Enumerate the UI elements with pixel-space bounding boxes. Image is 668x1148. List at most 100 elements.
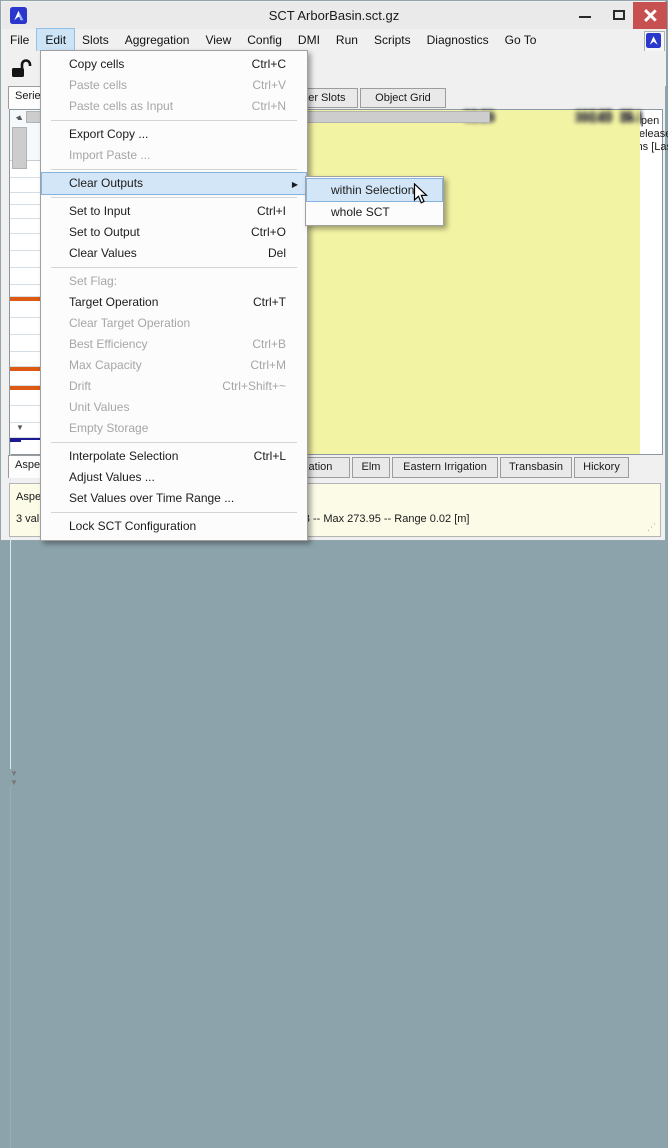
minimize-button[interactable]: [570, 2, 600, 29]
menu-separator: [41, 264, 307, 271]
menu-item-label: within Selection: [331, 179, 414, 201]
tab-eastern-irrigation[interactable]: Eastern Irrigation: [392, 457, 498, 478]
menu-item-label: Set to Output: [69, 222, 140, 243]
menu-item-shortcut: Ctrl+V: [252, 75, 286, 96]
unlocked-padlock-icon: [7, 56, 33, 82]
menu-item-shortcut: Ctrl+B: [252, 334, 286, 355]
menubar-item-slots[interactable]: Slots: [74, 29, 117, 51]
menu-item-label: Empty Storage: [69, 418, 148, 439]
scrollbar-thumb[interactable]: [12, 127, 27, 169]
menubar-logo-button[interactable]: [644, 31, 665, 52]
menu-item-shortcut: Ctrl+Shift+~: [222, 376, 286, 397]
menu-item-label: Copy cells: [69, 54, 124, 75]
menu-item-label: Lock SCT Configuration: [69, 516, 196, 537]
edit-menu-item-export-copy[interactable]: Export Copy ...: [42, 124, 306, 145]
edit-menu-item-adjust-values[interactable]: Adjust Values ...: [42, 467, 306, 488]
menu-item-shortcut: Del: [268, 243, 286, 264]
edit-menu-item-clear-values[interactable]: Clear Values Del: [42, 243, 306, 264]
tab-aspen[interactable]: Aspen: [8, 455, 42, 478]
submenu-arrow-icon: ▶: [292, 174, 298, 195]
close-button[interactable]: [633, 2, 667, 29]
menu-item-shortcut: Ctrl+M: [250, 355, 286, 376]
scroll-right-icon[interactable]: ►: [624, 113, 636, 123]
menubar-item-dmi[interactable]: DMI: [290, 29, 328, 51]
menu-item-shortcut: Ctrl+I: [257, 201, 286, 222]
edit-menu-item-empty-storage[interactable]: Empty Storage: [42, 418, 306, 439]
menu-item-label: Clear Target Operation: [69, 313, 190, 334]
lock-sct-button[interactable]: [7, 56, 33, 82]
menu-separator: [41, 194, 307, 201]
menubar-item-config[interactable]: Config: [239, 29, 290, 51]
menu-item-label: Adjust Values ...: [69, 467, 155, 488]
menu-item-label: Set Flag:: [69, 271, 117, 292]
menubar-item-aggregation[interactable]: Aggregation: [117, 29, 198, 51]
gridline: [10, 1114, 11, 1148]
edit-menu-item-lock-sct-configuration[interactable]: Lock SCT Configuration: [42, 516, 306, 537]
edit-menu-item-clear-target-operation[interactable]: Clear Target Operation: [42, 313, 306, 334]
menubar-item-diagnostics[interactable]: Diagnostics: [419, 29, 497, 51]
edit-menu-item-max-capacity[interactable]: Max Capacity Ctrl+M: [42, 355, 306, 376]
edit-menu-item-set-to-output[interactable]: Set to Output Ctrl+O: [42, 222, 306, 243]
menu-item-label: Clear Outputs: [69, 173, 143, 194]
menu-item-label: Set Values over Time Range ...: [69, 488, 234, 509]
scroll-down-icon[interactable]: ▼: [10, 422, 30, 434]
menu-bar: FileEditSlotsAggregationViewConfigDMIRun…: [2, 29, 666, 51]
menubar-item-scripts[interactable]: Scripts: [366, 29, 419, 51]
tab-object-grid[interactable]: Object Grid: [360, 88, 446, 108]
scroll-left-icon[interactable]: ◄: [12, 113, 24, 123]
menu-item-label: whole SCT: [331, 201, 390, 223]
menu-item-shortcut: Ctrl+C: [252, 54, 286, 75]
menu-item-shortcut: Ctrl+T: [253, 292, 286, 313]
menu-item-label: Drift: [69, 376, 91, 397]
desktop: { "window": { "title": "SCT ArborBasin.s…: [0, 0, 668, 574]
menu-separator: [41, 166, 307, 173]
menu-item-label: Target Operation: [69, 292, 158, 313]
menubar-item-edit[interactable]: Edit: [37, 29, 74, 51]
menu-item-label: Interpolate Selection: [69, 446, 178, 467]
edit-menu-item-set-values-over-time-range[interactable]: Set Values over Time Range ...: [42, 488, 306, 509]
edit-menu-item-drift[interactable]: Drift Ctrl+Shift+~: [42, 376, 306, 397]
maximize-button[interactable]: [604, 2, 634, 29]
window-title: SCT ArborBasin.sct.gz: [2, 8, 666, 23]
edit-menu-item-paste-cells-as-input[interactable]: Paste cells as Input Ctrl+N: [42, 96, 306, 117]
menubar-item-go-to[interactable]: Go To: [497, 29, 545, 51]
current-timestep-line: [10, 440, 21, 442]
edit-menu-item-clear-outputs[interactable]: Clear Outputs ▶: [42, 173, 306, 194]
menu-item-label: Set to Input: [69, 201, 130, 222]
edit-menu-item-best-efficiency[interactable]: Best EfficiencyCtrl+B: [42, 334, 306, 355]
menu-item-label: Import Paste ...: [69, 145, 150, 166]
mouse-cursor: [413, 183, 431, 207]
edit-menu-item-target-operation[interactable]: Target Operation Ctrl+T: [42, 292, 306, 313]
tab-transbasin[interactable]: Transbasin: [500, 457, 572, 478]
edit-menu-item-set-flag[interactable]: Set Flag:: [42, 271, 306, 292]
menubar-item-run[interactable]: Run: [328, 29, 366, 51]
edit-menu-item-import-paste[interactable]: Import Paste ...: [42, 145, 306, 166]
edit-menu-popup: Copy cellsCtrl+CPaste cellsCtrl+VPaste c…: [40, 50, 308, 541]
menu-item-shortcut: Ctrl+O: [251, 222, 286, 243]
menu-separator: [41, 439, 307, 446]
riverware-logo-icon: [646, 33, 661, 48]
menu-item-label: Paste cells as Input: [69, 96, 173, 117]
menu-item-label: Unit Values: [69, 397, 129, 418]
edit-menu-item-unit-values[interactable]: Unit Values: [42, 397, 306, 418]
tab-hickory[interactable]: Hickory: [574, 457, 629, 478]
menu-item-label: Paste cells: [69, 75, 127, 96]
menubar-item-file[interactable]: File: [2, 29, 37, 51]
menu-item-label: Clear Values: [69, 243, 137, 264]
menu-item-label: Export Copy ...: [69, 124, 148, 145]
menu-separator: [41, 117, 307, 124]
gridline: [10, 787, 11, 1114]
resize-grip[interactable]: ⋰: [647, 523, 656, 532]
cell[interactable]: 392.45: [502, 110, 620, 124]
edit-menu-item-interpolate-selection[interactable]: Interpolate SelectionCtrl+L: [42, 446, 306, 467]
menu-item-shortcut: Ctrl+N: [252, 96, 286, 117]
menu-item-label: Max Capacity: [69, 355, 142, 376]
day-marker-icon: ▼: [10, 778, 662, 787]
day-marker-icon: ▼: [10, 769, 662, 778]
tab-elm[interactable]: Elm: [352, 457, 390, 478]
edit-menu-item-copy-cells[interactable]: Copy cells Ctrl+C: [42, 54, 306, 75]
edit-menu-item-set-to-input[interactable]: Set to Input Ctrl+I: [42, 201, 306, 222]
menu-separator: [41, 509, 307, 516]
menubar-item-view[interactable]: View: [197, 29, 239, 51]
edit-menu-item-paste-cells[interactable]: Paste cells Ctrl+V: [42, 75, 306, 96]
